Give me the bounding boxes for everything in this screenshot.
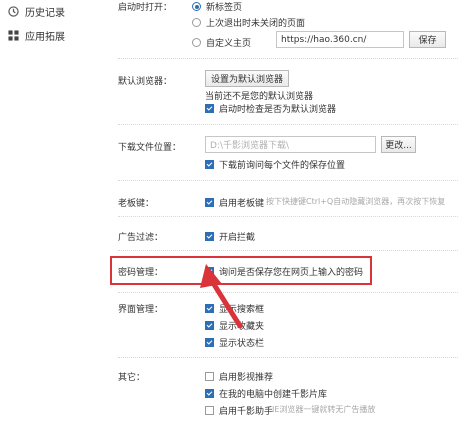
checkbox-label: 启动时检查是否为默认浏览器 (219, 105, 337, 115)
boss-key-label: 老板键： (118, 199, 155, 209)
show-status-bar[interactable]: 显示状态栏 (205, 336, 264, 349)
radio-button[interactable] (192, 18, 201, 27)
radio-button[interactable] (192, 2, 201, 11)
checkbox[interactable] (205, 338, 214, 347)
checkbox-label: 显示状态栏 (219, 339, 265, 349)
startup-label: 启动时打开： (118, 3, 173, 13)
startup-option-custom-home[interactable]: 自定义主页 (192, 36, 251, 49)
ad-filter-label: 广告过滤： (118, 233, 164, 243)
ask-download-location[interactable]: 下载前询问每个文件的保存位置 (205, 158, 345, 171)
divider (118, 180, 458, 181)
download-location-label: 下载文件位置： (118, 143, 182, 153)
checkbox-label: 在我的电脑中创建千影片库 (219, 390, 328, 400)
history-icon (8, 6, 19, 17)
save-button[interactable]: 保存 (409, 31, 446, 48)
default-browser-status: 当前还不是您的默认浏览器 (205, 92, 314, 102)
enable-boss-key[interactable]: 启用老板键 (205, 196, 264, 209)
sidebar-item-label: 历史记录 (25, 8, 65, 19)
divider (118, 292, 458, 293)
checkbox[interactable] (205, 104, 214, 113)
other-label: 其它： (118, 373, 146, 383)
checkbox[interactable] (205, 232, 214, 241)
checkbox[interactable] (205, 198, 214, 207)
checkbox[interactable] (205, 406, 214, 415)
divider (118, 124, 458, 125)
checkbox[interactable] (205, 372, 214, 381)
boss-key-hint: 按下快捷键Ctrl+Q自动隐藏浏览器，再次按下恢复 (266, 197, 446, 206)
homepage-url-input[interactable]: https://hao.360.cn/ (276, 31, 404, 48)
sidebar-item-label: 应用拓展 (25, 32, 65, 43)
divider (118, 357, 458, 358)
interface-management-label: 界面管理： (118, 305, 164, 315)
enable-helper[interactable]: 启用千影助手 (205, 404, 273, 417)
sidebar-item-history[interactable]: 历史记录 (8, 4, 65, 19)
option-label: 新标签页 (206, 3, 243, 13)
helper-hint: IE浏览器一键就转无广告播放 (272, 405, 376, 414)
apps-grid-icon (8, 30, 19, 41)
divider (118, 250, 458, 251)
checkbox-label: 启用老板键 (219, 199, 265, 209)
checkbox-label: 下载前询问每个文件的保存位置 (219, 161, 346, 171)
set-default-browser-button[interactable]: 设置为默认浏览器 (205, 70, 289, 87)
checkbox-label: 启用影视推荐 (219, 373, 274, 383)
default-browser-label: 默认浏览器： (118, 77, 173, 87)
enable-video-recommend[interactable]: 启用影视推荐 (205, 370, 273, 383)
create-video-library[interactable]: 在我的电脑中创建千影片库 (205, 387, 327, 400)
checkbox-label: 启用千影助手 (219, 407, 274, 417)
startup-option-last-session[interactable]: 上次退出时未关闭的页面 (192, 16, 305, 29)
option-label: 自定义主页 (206, 39, 252, 49)
divider (118, 58, 458, 59)
divider (118, 216, 458, 217)
sidebar-item-apps[interactable]: 应用拓展 (8, 28, 65, 43)
enable-ad-block[interactable]: 开启拦截 (205, 230, 255, 243)
checkbox[interactable] (205, 160, 214, 169)
change-path-button[interactable]: 更改... (381, 136, 416, 153)
checkbox[interactable] (205, 389, 214, 398)
radio-button[interactable] (192, 38, 201, 47)
checkbox-label: 开启拦截 (219, 233, 256, 243)
check-default-on-start[interactable]: 启动时检查是否为默认浏览器 (205, 102, 336, 115)
option-label: 上次退出时未关闭的页面 (206, 19, 306, 29)
red-arrow-icon (200, 264, 243, 329)
startup-option-newtab[interactable]: 新标签页 (192, 0, 242, 13)
download-path-input[interactable]: D:\千影浏览器下载\ (205, 136, 376, 153)
